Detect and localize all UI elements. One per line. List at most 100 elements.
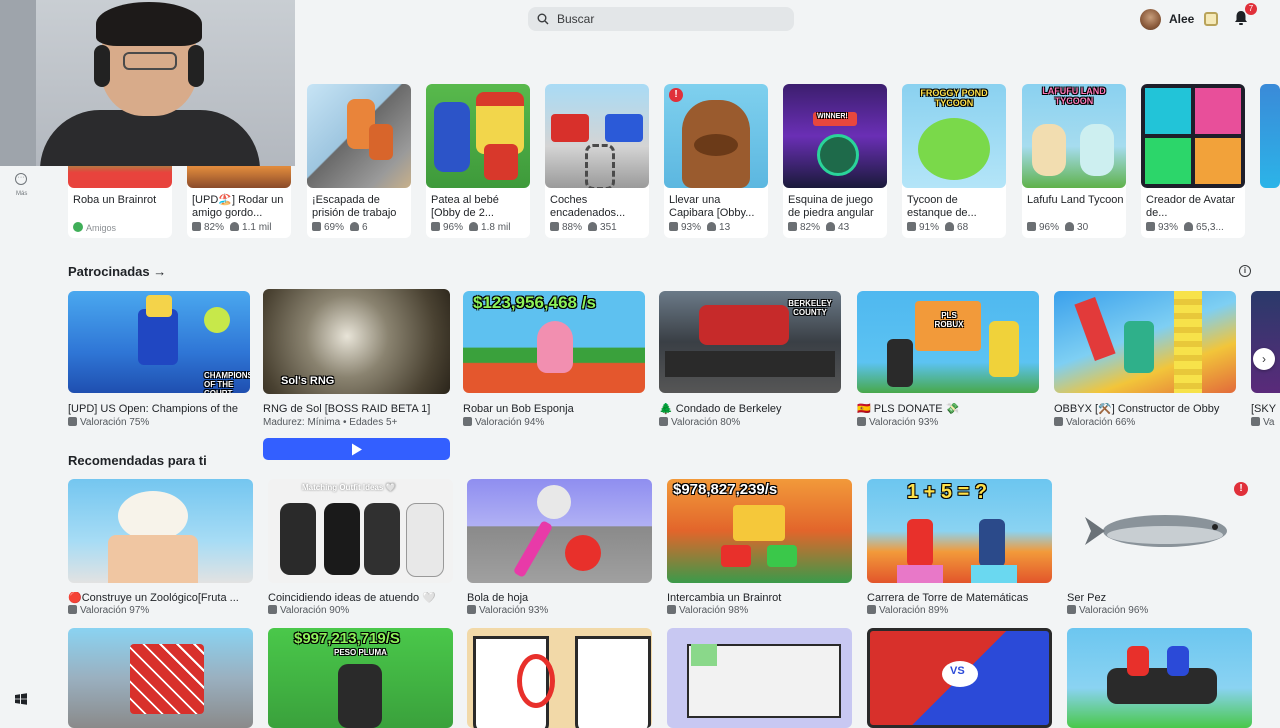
friends-icon <box>73 222 83 232</box>
thumbs-up-icon <box>907 222 916 231</box>
game-stats: Valoración 93% <box>857 417 938 428</box>
game-thumbnail[interactable] <box>1141 84 1245 188</box>
game-thumbnail[interactable] <box>467 479 652 583</box>
game-title[interactable]: [SKY <box>1251 403 1280 416</box>
game-stats: 82% 1.1 mil <box>192 222 271 233</box>
game-thumbnail[interactable]: WINNER! <box>783 84 887 188</box>
game-stats: Valoración 75% <box>68 417 149 428</box>
thumbs-up-icon <box>467 605 476 614</box>
game-card-lafufu-land[interactable]: LAFUFU LAND TYCOON Lafufu Land Tycoon 96… <box>1022 84 1126 238</box>
game-thumbnail[interactable]: $978,827,239/s <box>667 479 852 583</box>
game-stats: Va <box>1251 417 1275 428</box>
thumbs-up-icon <box>867 605 876 614</box>
game-thumbnail[interactable] <box>1251 291 1280 393</box>
scroll-right-button[interactable]: › <box>1253 348 1275 370</box>
thumbs-up-icon <box>857 417 866 426</box>
search-input[interactable] <box>555 11 779 27</box>
game-title[interactable]: Llevar una Capibara [Obby... <box>669 194 767 220</box>
game-card-esquina-juego[interactable]: WINNER! Esquina de juego de piedra angul… <box>783 84 887 238</box>
play-icon <box>351 443 362 455</box>
game-thumbnail[interactable]: $997,213,719/S PESO PLUMA <box>268 628 453 728</box>
game-title[interactable]: Coches encadenados... <box>550 194 648 220</box>
game-card-llevar-capibara[interactable]: ! Llevar una Capibara [Obby... 93% 13 <box>664 84 768 238</box>
players-icon <box>469 222 479 231</box>
game-stats: Amigos <box>73 222 116 234</box>
players-icon <box>230 222 240 231</box>
thumbs-up-icon <box>1054 417 1063 426</box>
game-thumbnail[interactable] <box>307 84 411 188</box>
game-stats: Madurez: Mínima • Edades 5+ <box>263 417 398 428</box>
thumbs-up-icon <box>312 222 321 231</box>
more-label: Más <box>16 191 28 197</box>
game-thumbnail[interactable]: FROGGY POND TYCOON <box>902 84 1006 188</box>
game-card-patea-bebe[interactable]: Patea al bebé [Obby de 2... 96% 1.8 mil <box>426 84 530 238</box>
game-title[interactable]: [UPD] US Open: Champions of the <box>68 403 254 416</box>
game-title[interactable]: Ser Pez <box>1067 592 1253 605</box>
game-title[interactable]: OBBYX [⚒️] Constructor de Obby <box>1054 403 1240 416</box>
game-thumbnail[interactable]: Matching Outfit Ideas 🤍 <box>268 479 453 583</box>
avatar[interactable] <box>1140 8 1161 30</box>
game-thumbnail[interactable] <box>1067 479 1252 583</box>
game-card-creador-avatar[interactable]: Creador de Avatar de... 93% 65,3... <box>1141 84 1245 238</box>
game-thumbnail[interactable]: PLS ROBUX <box>857 291 1039 393</box>
game-title[interactable]: Creador de Avatar de... <box>1146 194 1244 220</box>
play-button[interactable] <box>263 438 450 460</box>
thumbs-up-icon <box>268 605 277 614</box>
game-title[interactable]: Coincidiendo ideas de atuendo 🤍 <box>268 592 454 605</box>
game-card-tycoon-estanque[interactable]: FROGGY POND TYCOON Tycoon de estanque de… <box>902 84 1006 238</box>
game-thumbnail[interactable] <box>545 84 649 188</box>
more-icon[interactable]: ··· <box>15 173 27 185</box>
game-title[interactable]: Lafufu Land Tycoon <box>1027 194 1125 207</box>
thumbs-up-icon <box>68 417 77 426</box>
game-title[interactable]: Tycoon de estanque de... <box>907 194 1005 220</box>
game-stats: 96% 30 <box>1027 222 1088 233</box>
game-thumbnail[interactable] <box>426 84 530 188</box>
thumbs-up-icon <box>463 417 472 426</box>
windows-start-icon[interactable] <box>15 693 27 705</box>
username[interactable]: Alee <box>1169 12 1194 26</box>
game-thumbnail[interactable] <box>68 479 253 583</box>
game-thumbnail[interactable]: VS <box>867 628 1052 728</box>
game-title[interactable]: 🔴Construye un Zoológico[Fruta ... <box>68 592 254 605</box>
game-thumbnail[interactable] <box>1260 84 1280 188</box>
game-title[interactable]: Bola de hoja <box>467 592 653 605</box>
game-title[interactable]: 🌲 Condado de Berkeley <box>659 403 845 416</box>
thumbs-up-icon <box>788 222 797 231</box>
game-title[interactable]: 🇪🇸 PLS DONATE 💸 <box>857 403 1043 416</box>
game-card-escapada-prision[interactable]: ¡Escapada de prisión de trabajo 69% 6 <box>307 84 411 238</box>
game-title[interactable]: ¡Escapada de prisión de trabajo <box>312 194 410 220</box>
game-title[interactable]: Carrera de Torre de Matemáticas <box>867 592 1053 605</box>
section-heading-recommended[interactable]: Recomendadas para ti <box>68 453 207 468</box>
info-icon[interactable]: i <box>1239 265 1251 277</box>
arrow-right-icon[interactable]: → <box>153 264 166 279</box>
game-thumbnail[interactable]: Sol's RNG <box>263 289 450 394</box>
game-card-coches-encadenados[interactable]: Coches encadenados... 88% 351 <box>545 84 649 238</box>
game-thumbnail[interactable] <box>667 628 852 728</box>
game-thumbnail[interactable] <box>467 628 652 728</box>
game-thumbnail[interactable]: LAFUFU LAND TYCOON <box>1022 84 1126 188</box>
game-thumbnail[interactable]: 1 + 5 = ? <box>867 479 1052 583</box>
game-thumbnail[interactable] <box>1067 628 1252 728</box>
game-thumbnail[interactable] <box>1054 291 1236 393</box>
game-title[interactable]: Patea al bebé [Obby de 2... <box>431 194 529 220</box>
game-card-partial[interactable] <box>1260 84 1280 238</box>
robux-icon[interactable] <box>1204 12 1219 26</box>
game-title[interactable]: Esquina de juego de piedra angular <box>788 194 886 220</box>
game-thumbnail[interactable]: BERKELEY COUNTY <box>659 291 841 393</box>
game-title[interactable]: [UPD🏖️] Rodar un amigo gordo... <box>192 194 290 220</box>
game-title[interactable]: Intercambia un Brainrot <box>667 592 853 605</box>
notification-badge: 7 <box>1245 3 1257 15</box>
thumbs-up-icon <box>667 605 676 614</box>
user-menu[interactable]: Alee <box>1140 8 1219 30</box>
game-thumbnail[interactable]: $123,956,468 /s <box>463 291 645 393</box>
alert-icon: ! <box>669 88 683 102</box>
players-icon <box>350 222 360 231</box>
game-title[interactable]: Roba un Brainrot <box>73 194 171 207</box>
section-heading-sponsored[interactable]: Patrocinadas → <box>68 264 166 279</box>
search-bar[interactable] <box>528 7 794 31</box>
game-title[interactable]: Robar un Bob Esponja <box>463 403 649 416</box>
game-thumbnail[interactable]: CHAMPIONS OF THE COURT <box>68 291 250 393</box>
game-title[interactable]: RNG de Sol [BOSS RAID BETA 1] <box>263 403 449 416</box>
game-stats: Valoración 80% <box>659 417 740 428</box>
game-thumbnail[interactable] <box>68 628 253 728</box>
